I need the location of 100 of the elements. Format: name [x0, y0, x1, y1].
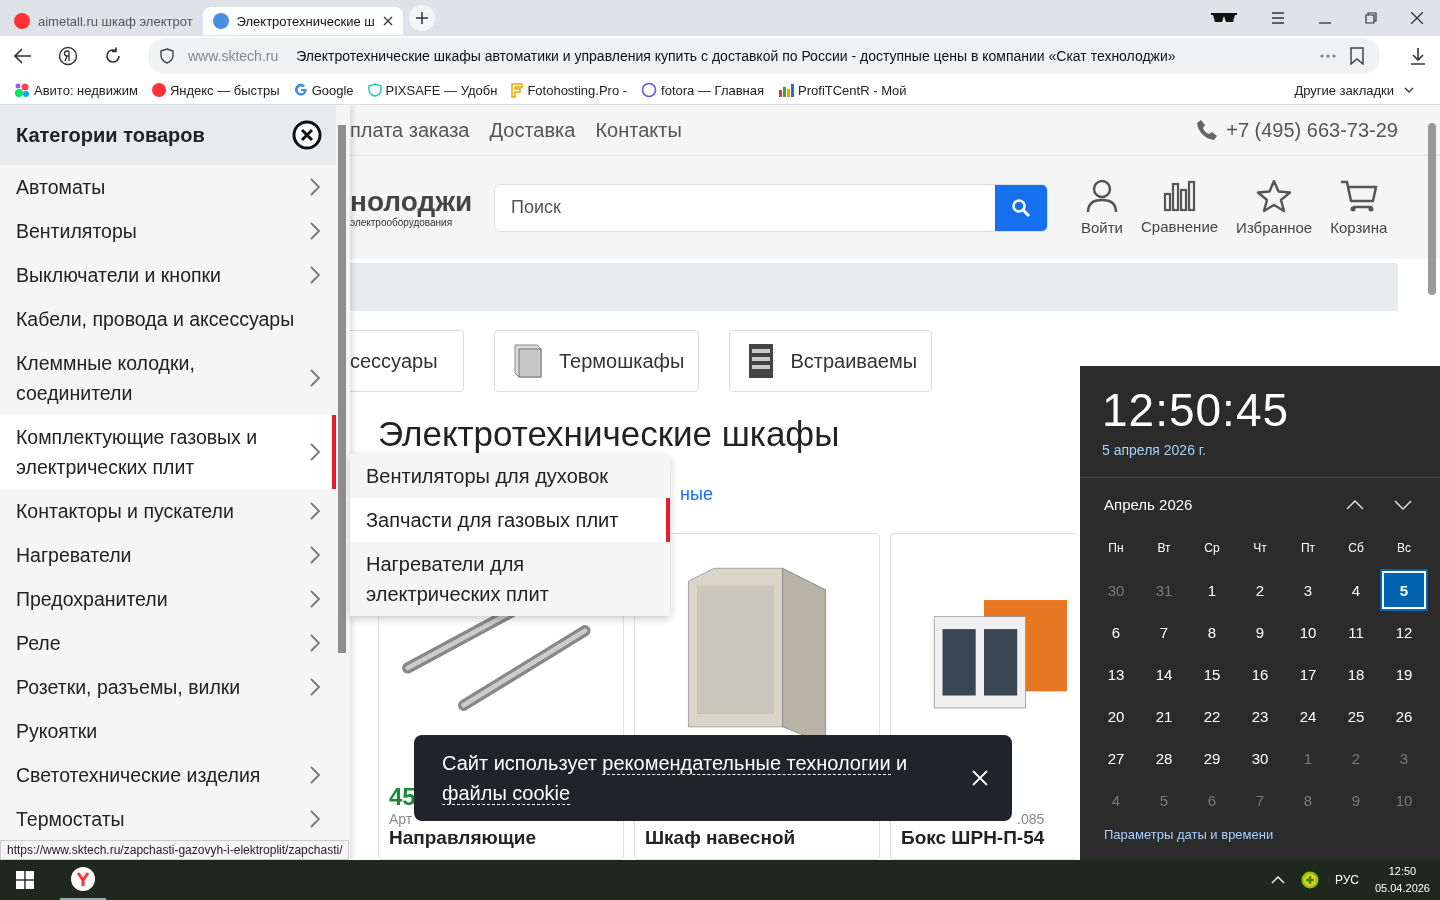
windows-start-icon[interactable] — [16, 871, 34, 889]
bookmark-item[interactable]: fotora — Главная — [641, 82, 765, 98]
header-action[interactable]: Корзина — [1321, 179, 1397, 236]
taskbar-clock[interactable]: 12:50 05.04.2026 — [1374, 863, 1440, 897]
calendar-day[interactable]: 8 — [1188, 611, 1236, 653]
shield-icon — [160, 48, 174, 64]
calendar-day[interactable]: 29 — [1188, 737, 1236, 779]
header-action[interactable]: Войти — [1072, 179, 1132, 236]
chevron-down-icon[interactable] — [1394, 499, 1412, 510]
menu-icon[interactable] — [1271, 12, 1285, 24]
category-item[interactable]: Розетки, разъемы, вилки — [0, 665, 336, 709]
category-item[interactable]: Контакторы и пускатели — [0, 489, 336, 533]
calendar-day[interactable]: 28 — [1140, 737, 1188, 779]
plus-circle-icon[interactable] — [1300, 871, 1319, 889]
close-icon[interactable] — [292, 120, 322, 150]
browser-tab[interactable]: Электротехнические ш — [202, 7, 403, 35]
calendar-day[interactable]: 16 — [1236, 653, 1284, 695]
calendar-day[interactable]: 24 — [1284, 695, 1332, 737]
calendar-day[interactable]: 23 — [1236, 695, 1284, 737]
new-tab-button[interactable] — [408, 5, 435, 31]
browser-tab[interactable]: aimetall.ru шкаф электрот — [4, 7, 203, 35]
category-item[interactable]: Нагреватели — [0, 533, 336, 577]
close-icon[interactable] — [382, 16, 393, 26]
calendar-day[interactable]: 20 — [1092, 695, 1140, 737]
logo-text[interactable]: нолоджи — [350, 187, 494, 217]
yandex-icon[interactable] — [58, 46, 78, 66]
other-bookmarks[interactable]: Другие закладки — [1294, 82, 1414, 98]
category-item[interactable]: Вентиляторы — [0, 209, 336, 253]
restore-icon[interactable] — [1365, 12, 1377, 24]
bookmark-item[interactable]: ProfiTCentR - Мой — [778, 82, 907, 98]
more-icon[interactable] — [1320, 54, 1336, 58]
calendar-day[interactable]: 4 — [1332, 569, 1380, 611]
nav-link[interactable]: плата заказа — [350, 118, 470, 142]
category-chip[interactable]: Термошкафы — [494, 330, 700, 392]
category-item[interactable]: Клеммные колодки, соединители — [0, 341, 336, 415]
scrollbar-thumb[interactable] — [1428, 123, 1436, 295]
nav-link[interactable]: Контакты — [595, 118, 682, 142]
month-title[interactable]: Апрель 2026 — [1104, 496, 1193, 513]
submenu-item[interactable]: Вентиляторы для духовок — [350, 454, 670, 498]
product-title[interactable]: Направляющие — [389, 827, 537, 849]
cookie-link[interactable]: файлы cookie — [442, 782, 571, 805]
scrollbar-thumb[interactable] — [338, 125, 346, 653]
date-link[interactable]: 5 апреля 2026 г. — [1102, 442, 1440, 458]
download-icon[interactable] — [1410, 47, 1426, 65]
calendar-day[interactable]: 9 — [1236, 611, 1284, 653]
chevron-up-icon[interactable] — [1346, 499, 1364, 510]
calendar-day[interactable]: 21 — [1140, 695, 1188, 737]
category-item[interactable]: Термостаты — [0, 797, 336, 841]
calendar-day[interactable]: 5 — [1382, 571, 1426, 609]
submenu-item[interactable]: Запчасти для газовых плит — [350, 498, 670, 542]
nav-link[interactable]: Доставка — [489, 118, 576, 142]
language-indicator[interactable]: РУС — [1334, 873, 1359, 887]
calendar-day[interactable]: 11 — [1332, 611, 1380, 653]
calendar-day[interactable]: 30 — [1236, 737, 1284, 779]
category-item[interactable]: Реле — [0, 621, 336, 665]
calendar-day[interactable]: 25 — [1332, 695, 1380, 737]
calendar-day[interactable]: 10 — [1284, 611, 1332, 653]
bookmark-item[interactable]: Авито: недвижим — [14, 82, 138, 98]
category-item[interactable]: Автоматы — [0, 165, 336, 209]
cookie-link[interactable]: рекомендательные технологии — [602, 752, 891, 775]
calendar-day[interactable]: 14 — [1140, 653, 1188, 695]
calendar-day[interactable]: 12 — [1380, 611, 1428, 653]
bookmark-item[interactable]: Google — [293, 82, 354, 98]
phone-number[interactable]: +7 (495) 663-73-29 — [1226, 118, 1398, 142]
category-item[interactable]: Светотехнические изделия — [0, 753, 336, 797]
page-heading: Электротехнические шкафы — [378, 414, 840, 454]
calendar-day[interactable]: 19 — [1380, 653, 1428, 695]
reload-icon[interactable] — [104, 47, 122, 65]
category-item[interactable]: Рукоятки — [0, 709, 336, 753]
calendar-day[interactable]: 7 — [1140, 611, 1188, 653]
calendar-day[interactable]: 3 — [1284, 569, 1332, 611]
bookmark-icon[interactable] — [1350, 47, 1364, 65]
date-settings-link[interactable]: Параметры даты и времени — [1104, 827, 1440, 842]
calendar-day[interactable]: 15 — [1188, 653, 1236, 695]
product-title[interactable]: Бокс ШРН-П-54 — [901, 827, 1045, 849]
calendar-day[interactable]: 22 — [1188, 695, 1236, 737]
calendar-day[interactable]: 27 — [1092, 737, 1140, 779]
category-item[interactable]: Выключатели и кнопки — [0, 253, 336, 297]
calendar-day[interactable]: 18 — [1332, 653, 1380, 695]
category-item[interactable]: Предохранители — [0, 577, 336, 621]
address-bar[interactable]: www.sktech.ru Электротехнические шкафы автоматики и управления купить с доставкой по России - доступные цены в компании «Скат технолоджи» — [148, 38, 1380, 74]
calendar-day[interactable]: 26 — [1380, 695, 1428, 737]
product-title[interactable]: Шкаф навесной — [645, 827, 796, 849]
calendar-day[interactable]: 6 — [1092, 611, 1140, 653]
filter-link[interactable]: ные — [680, 483, 713, 505]
back-icon[interactable] — [14, 48, 32, 64]
sunglasses-icon[interactable] — [1211, 12, 1237, 24]
category-chip[interactable]: Встраиваемы — [729, 330, 933, 392]
close-icon[interactable] — [1411, 12, 1423, 24]
weekday-label: Пн — [1107, 540, 1125, 557]
search-button[interactable] — [995, 184, 1047, 231]
header-action[interactable]: Избранное — [1227, 179, 1322, 236]
category-item[interactable]: Кабели, провода и аксессуары — [0, 297, 336, 341]
header-action[interactable]: Сравнение — [1132, 180, 1228, 235]
calendar-day[interactable]: 17 — [1284, 653, 1332, 695]
calendar-day[interactable]: 13 — [1092, 653, 1140, 695]
calendar-day[interactable]: 1 — [1188, 569, 1236, 611]
category-item[interactable]: Комплектующие газовых и электрических плит — [0, 415, 336, 489]
url-domain: www.sktech.ru — [188, 48, 279, 64]
calendar-day[interactable]: 2 — [1236, 569, 1284, 611]
